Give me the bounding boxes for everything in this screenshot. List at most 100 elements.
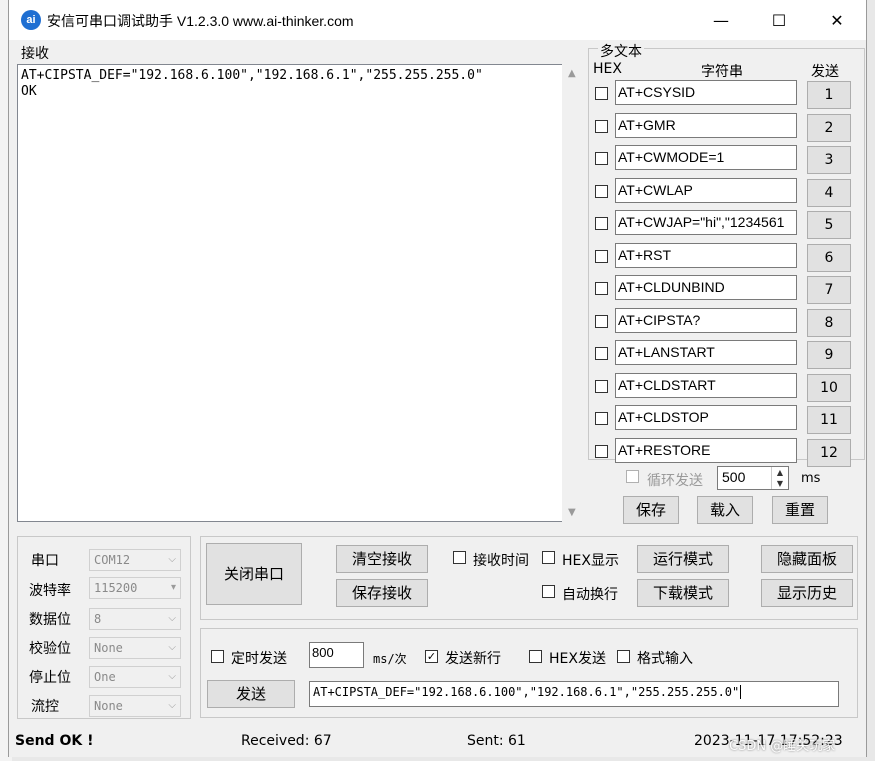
row-string-input[interactable]: AT+RST: [615, 242, 797, 268]
close-port-button[interactable]: 关闭串口: [206, 543, 302, 605]
row-string-input[interactable]: AT+CLDSTART: [615, 372, 797, 398]
save-multi-button[interactable]: 保存: [623, 496, 679, 524]
interval-unit-label: ms/次: [373, 652, 407, 666]
hex-display-checkbox[interactable]: [542, 551, 555, 564]
row-string-input[interactable]: AT+GMR: [615, 112, 797, 138]
row-string-input[interactable]: AT+LANSTART: [615, 340, 797, 365]
chevron-down-icon: ⌵: [168, 613, 176, 624]
hide-panel-button[interactable]: 隐藏面板: [761, 545, 853, 573]
row-string-input[interactable]: AT+CIPSTA?: [615, 307, 797, 333]
send-newline-checkbox[interactable]: ✓: [425, 650, 438, 663]
string-column-header: 字符串: [701, 64, 743, 80]
row-hex-checkbox[interactable]: [595, 444, 608, 458]
data-bits-select[interactable]: 8 ⌵: [89, 608, 181, 630]
hex-send-label: HEX发送: [549, 651, 606, 667]
chevron-down-icon: ⌵: [168, 554, 176, 565]
row-send-button[interactable]: 1: [807, 81, 851, 109]
row-send-button[interactable]: 9: [807, 341, 851, 369]
row-send-button[interactable]: 2: [807, 113, 851, 142]
chevron-down-icon: ⌵: [168, 642, 176, 653]
download-mode-button[interactable]: 下载模式: [637, 579, 729, 607]
timed-send-checkbox[interactable]: [211, 650, 224, 663]
receive-line: OK: [21, 84, 37, 99]
loop-interval-value: 500: [722, 469, 746, 485]
row-send-button[interactable]: 12: [807, 438, 851, 467]
send-newline-label: 发送新行: [445, 651, 501, 667]
loop-send-checkbox[interactable]: [626, 470, 639, 483]
row-send-button[interactable]: 5: [807, 211, 851, 239]
save-receive-button[interactable]: 保存接收: [336, 579, 428, 607]
row-send-button[interactable]: 3: [807, 146, 851, 174]
load-multi-button[interactable]: 载入: [697, 496, 753, 524]
port-select[interactable]: COM12 ⌵: [89, 549, 181, 571]
row-string-input[interactable]: AT+RESTORE: [615, 437, 797, 463]
reset-multi-button[interactable]: 重置: [772, 496, 828, 524]
row-string-input[interactable]: AT+CWLAP: [615, 177, 797, 203]
send-ok-status: Send OK !: [15, 733, 94, 749]
row-send-button[interactable]: 7: [807, 276, 851, 304]
row-string-input[interactable]: AT+CLDSTOP: [615, 405, 797, 430]
row-hex-checkbox[interactable]: [595, 152, 608, 165]
multi-text-row: AT+CWLAP 4: [593, 177, 863, 207]
interval-spinner-icon[interactable]: ▲ ▼: [771, 467, 788, 489]
auto-wrap-checkbox[interactable]: [542, 585, 555, 598]
row-string-input[interactable]: AT+CSYSID: [615, 80, 797, 105]
multi-text-row: AT+CLDUNBIND 7: [593, 275, 863, 304]
row-string-input[interactable]: AT+CLDUNBIND: [615, 275, 797, 300]
receive-label: 接收: [21, 46, 49, 62]
multi-text-row: AT+RST 6: [593, 242, 863, 272]
row-string-input[interactable]: AT+CWJAP="hi","1234561: [615, 210, 797, 235]
send-button[interactable]: 发送: [207, 680, 295, 708]
data-bits-label: 数据位: [29, 612, 71, 628]
baud-value: 115200: [94, 581, 138, 595]
minimize-button[interactable]: —: [692, 0, 750, 40]
chevron-down-icon: ▾: [170, 582, 176, 593]
scroll-up-icon[interactable]: ▲: [568, 68, 576, 79]
row-send-button[interactable]: 10: [807, 373, 851, 402]
receive-scrollbar[interactable]: ▲ ▼: [562, 64, 584, 522]
row-string-input[interactable]: AT+CWMODE=1: [615, 145, 797, 170]
row-hex-checkbox[interactable]: [595, 314, 608, 328]
scroll-down-icon[interactable]: ▼: [568, 507, 576, 518]
baud-select[interactable]: 115200 ▾: [89, 577, 181, 599]
row-hex-checkbox[interactable]: [595, 217, 608, 230]
run-mode-button[interactable]: 运行模式: [637, 545, 729, 573]
flow-control-label: 流控: [31, 699, 59, 715]
close-button[interactable]: ✕: [808, 0, 866, 40]
row-hex-checkbox[interactable]: [595, 184, 608, 198]
format-input-checkbox[interactable]: [617, 650, 630, 663]
multi-text-row: AT+CWMODE=1 3: [593, 145, 863, 174]
stop-bits-select[interactable]: One ⌵: [89, 666, 181, 688]
row-send-button[interactable]: 6: [807, 243, 851, 272]
row-hex-checkbox[interactable]: [595, 87, 608, 100]
receive-textarea[interactable]: AT+CIPSTA_DEF="192.168.6.100","192.168.6…: [17, 64, 568, 522]
app-window: ai 安信可串口调试助手 V1.2.3.0 www.ai-thinker.com…: [8, 0, 867, 757]
text-cursor: [740, 685, 742, 699]
send-input[interactable]: AT+CIPSTA_DEF="192.168.6.100","192.168.6…: [309, 681, 839, 707]
row-hex-checkbox[interactable]: [595, 282, 608, 295]
stop-bits-label: 停止位: [29, 670, 71, 686]
timed-interval-input[interactable]: 800: [309, 642, 364, 668]
row-hex-checkbox[interactable]: [595, 412, 608, 425]
show-history-button[interactable]: 显示历史: [761, 579, 853, 607]
parity-select[interactable]: None ⌵: [89, 637, 181, 659]
multi-text-row: AT+CLDSTART 10: [593, 372, 863, 402]
app-logo-icon: ai: [21, 10, 41, 30]
receive-time-checkbox[interactable]: [453, 551, 466, 564]
row-send-button[interactable]: 11: [807, 406, 851, 434]
hex-send-checkbox[interactable]: [529, 650, 542, 663]
row-send-button[interactable]: 4: [807, 178, 851, 207]
maximize-button[interactable]: ☐: [750, 0, 808, 40]
row-hex-checkbox[interactable]: [595, 379, 608, 393]
stop-bits-value: One: [94, 670, 116, 684]
row-hex-checkbox[interactable]: [595, 249, 608, 263]
flow-control-value: None: [94, 699, 123, 713]
row-send-button[interactable]: 8: [807, 308, 851, 337]
received-count: Received: 67: [241, 733, 332, 749]
row-hex-checkbox[interactable]: [595, 119, 608, 133]
format-input-label: 格式输入: [637, 651, 693, 667]
clear-receive-button[interactable]: 清空接收: [336, 545, 428, 573]
window-title: 安信可串口调试助手 V1.2.3.0 www.ai-thinker.com: [47, 13, 354, 29]
row-hex-checkbox[interactable]: [595, 347, 608, 360]
flow-control-select[interactable]: None ⌵: [89, 695, 181, 717]
